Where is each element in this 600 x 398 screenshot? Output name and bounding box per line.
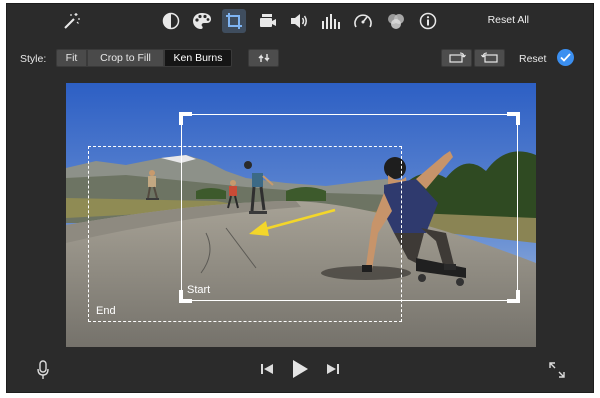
skip-forward-icon bbox=[326, 363, 340, 375]
style-fit-button[interactable]: Fit bbox=[56, 49, 87, 67]
reset-all-button[interactable]: Reset All bbox=[488, 14, 529, 26]
start-frame-rect[interactable]: Start bbox=[179, 112, 520, 303]
volume-icon[interactable] bbox=[288, 10, 310, 32]
swap-arrows-icon bbox=[256, 53, 272, 63]
start-frame-handle-top-right[interactable] bbox=[507, 112, 520, 125]
info-icon[interactable] bbox=[417, 10, 439, 32]
style-ken-burns-button[interactable]: Ken Burns bbox=[164, 49, 232, 67]
skip-back-icon bbox=[260, 363, 274, 375]
filter-icon[interactable] bbox=[385, 10, 407, 32]
apply-button[interactable] bbox=[557, 49, 574, 66]
color-palette-icon[interactable] bbox=[191, 10, 213, 32]
style-crop-to-fill-button[interactable]: Crop to Fill bbox=[87, 49, 164, 67]
microphone-icon bbox=[37, 360, 49, 380]
style-label: Style: bbox=[20, 53, 47, 65]
rotate-left-button[interactable] bbox=[441, 49, 472, 67]
camera-icon[interactable] bbox=[257, 10, 279, 32]
crop-icon[interactable] bbox=[222, 9, 246, 33]
rotate-right-button[interactable] bbox=[474, 49, 505, 67]
start-frame-handle-top-left[interactable] bbox=[179, 112, 192, 125]
swap-start-end-button[interactable] bbox=[248, 49, 279, 67]
equalizer-icon[interactable] bbox=[320, 10, 342, 32]
rotate-right-icon bbox=[480, 52, 499, 64]
speedometer-icon[interactable] bbox=[352, 10, 374, 32]
checkmark-icon bbox=[560, 53, 571, 62]
crop-editor-window: Reset All Style: Fit Crop to Fill Ken Bu… bbox=[6, 3, 594, 393]
reset-button[interactable]: Reset bbox=[519, 53, 546, 65]
start-frame-label: Start bbox=[187, 284, 211, 296]
fullscreen-icon bbox=[549, 362, 565, 378]
start-frame-handle-bottom-right[interactable] bbox=[507, 290, 520, 303]
skip-back-button[interactable] bbox=[259, 361, 275, 377]
skip-forward-button[interactable] bbox=[325, 361, 341, 377]
rotate-left-icon bbox=[448, 52, 466, 64]
play-button[interactable] bbox=[290, 358, 310, 380]
voiceover-button[interactable] bbox=[35, 359, 51, 381]
end-frame-label: End bbox=[96, 305, 116, 317]
video-preview: End Start bbox=[66, 83, 536, 347]
magic-wand-icon[interactable] bbox=[60, 10, 82, 32]
color-balance-icon[interactable] bbox=[160, 10, 182, 32]
play-icon bbox=[291, 359, 309, 379]
fullscreen-button[interactable] bbox=[548, 361, 566, 379]
